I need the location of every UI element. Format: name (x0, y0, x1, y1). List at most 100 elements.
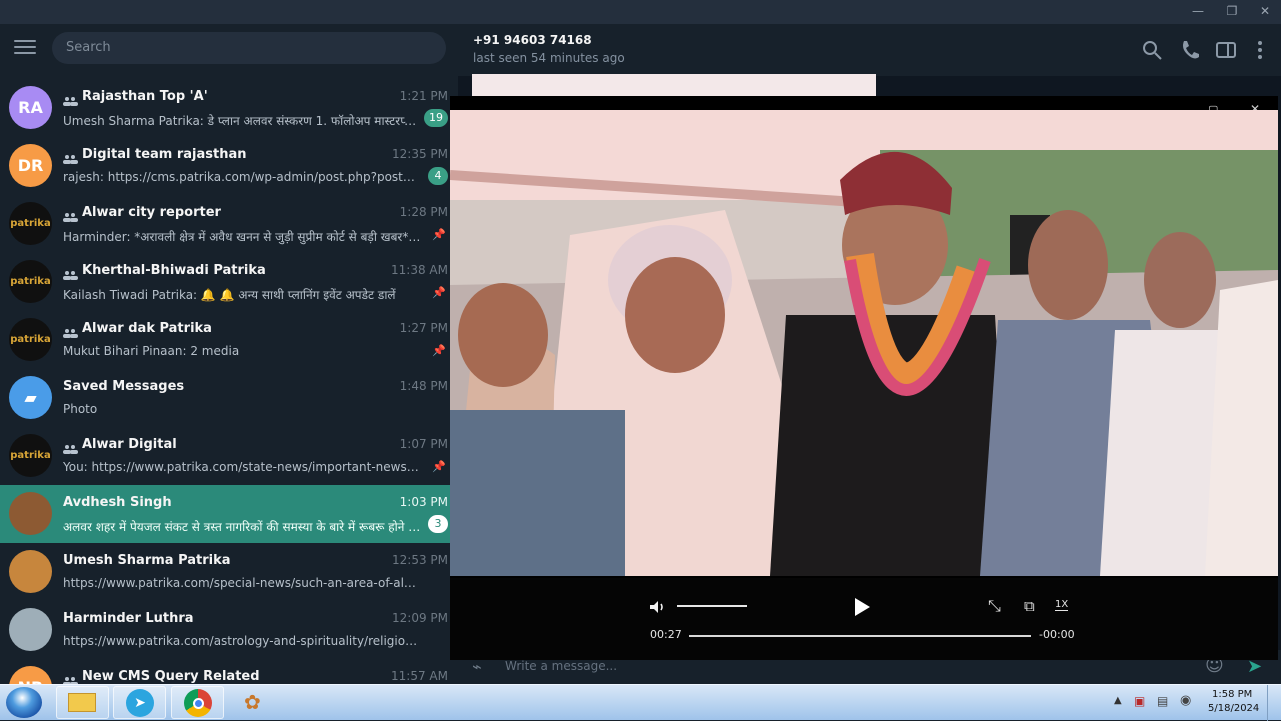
sidebar-toggle-icon[interactable] (1214, 38, 1238, 62)
chat-list-item[interactable]: NR New CMS Query Related 11:57 AM (0, 659, 458, 684)
volume-slider[interactable] (677, 605, 747, 607)
group-icon (63, 323, 78, 338)
chat-time: 1:27 PM (399, 321, 448, 335)
patrika-logo-avatar: patrika (9, 434, 52, 477)
avatar: DR (9, 144, 52, 187)
video-frame[interactable] (450, 110, 1278, 576)
chat-preview: You: https://www.patrika.com/state-news/… (63, 460, 423, 474)
group-icon (63, 91, 78, 106)
chat-list-item[interactable]: RA Rajasthan Top 'A' 1:21 PM Umesh Sharm… (0, 79, 458, 137)
group-icon (63, 149, 78, 164)
close-icon[interactable]: ✕ (1258, 4, 1272, 18)
chat-preview: Umesh Sharma Patrika: डे प्लान अलवर संस्… (63, 114, 423, 128)
chat-preview: अलवर शहर में पेयजल संकट से त्रस्त नागरिक… (63, 520, 423, 534)
contact-name[interactable]: +91 94603 74168 (473, 33, 592, 47)
avatar: NR (9, 666, 52, 684)
chat-title: Rajasthan Top 'A' (82, 89, 208, 104)
pin-icon: 📌 (432, 286, 446, 299)
taskbar-time[interactable]: 1:58 PM (1212, 689, 1252, 700)
patrika-logo-avatar: patrika (9, 202, 52, 245)
chat-time: 1:03 PM (399, 495, 448, 509)
chrome-taskbar-button[interactable] (171, 686, 224, 719)
chat-preview: Mukut Bihari Pinaan: 2 media (63, 344, 240, 358)
last-seen-status: last seen 54 minutes ago (473, 51, 625, 65)
telegram-taskbar-button[interactable]: ➤ (113, 686, 166, 719)
chat-preview: Photo (63, 402, 98, 416)
show-desktop-button[interactable] (1267, 685, 1281, 721)
chat-list-item[interactable]: DR Digital team rajasthan 12:35 PM rajes… (0, 137, 458, 195)
chat-time: 12:35 PM (392, 147, 448, 161)
chat-time: 11:57 AM (391, 669, 448, 683)
chat-time: 1:07 PM (399, 437, 448, 451)
chat-preview: Kailash Tiwadi Patrika: 🔔 🔔 अन्य साथी प्… (63, 288, 396, 302)
restore-icon[interactable]: ❐ (1225, 4, 1239, 18)
network-alert-icon[interactable]: ▣ (1134, 694, 1145, 708)
unread-badge: 19 (424, 109, 448, 127)
chat-list-item[interactable]: patrika Alwar Digital 1:07 PM You: https… (0, 427, 458, 485)
phone-icon[interactable] (1178, 38, 1202, 62)
chat-title: Digital team rajasthan (82, 147, 247, 162)
windows-taskbar: ➤ ✿ ▲ ▣ ▤ ◉ 1:58 PM 5/18/2024 (0, 684, 1281, 721)
chat-time: 11:38 AM (391, 263, 448, 277)
photo-preview-strip[interactable] (472, 74, 876, 98)
taskbar-date[interactable]: 5/18/2024 (1208, 703, 1259, 714)
tray-expand-icon[interactable]: ▲ (1114, 695, 1122, 706)
chat-list-item[interactable]: Umesh Sharma Patrika 12:53 PM https://ww… (0, 543, 458, 601)
chat-list-item[interactable]: Harminder Luthra 12:09 PM https://www.pa… (0, 601, 458, 659)
pin-icon: 📌 (432, 344, 446, 357)
message-input[interactable]: Write a message... (505, 659, 617, 673)
current-time: 00:27 (650, 628, 682, 641)
saved-messages-icon: ▰ (9, 376, 52, 419)
player-controls: ⤡ ⧉ 1X 00:27 -00:00 (450, 578, 1278, 660)
play-icon[interactable] (851, 596, 873, 618)
chat-title: Alwar dak Patrika (82, 321, 212, 336)
unread-badge: 3 (428, 515, 448, 533)
minimize-icon[interactable]: — (1191, 4, 1205, 18)
chat-title: Avdhesh Singh (63, 495, 172, 510)
telegram-icon: ➤ (126, 689, 154, 717)
chat-time: 12:09 PM (392, 611, 448, 625)
remaining-time: -00:00 (1039, 628, 1075, 641)
search-input[interactable]: Search (52, 32, 446, 64)
chat-sidebar: Search RA Rajasthan Top 'A' 1:21 PM Umes… (0, 24, 458, 684)
chat-list-item[interactable]: patrika Alwar dak Patrika 1:27 PM Mukut … (0, 311, 458, 369)
paw-app-icon[interactable]: ✿ (244, 690, 261, 714)
chat-title: Alwar Digital (82, 437, 177, 452)
avatar (9, 492, 52, 535)
avatar: RA (9, 86, 52, 129)
volume-icon[interactable] (648, 598, 666, 616)
more-options-icon[interactable] (1248, 38, 1272, 62)
avatar (9, 608, 52, 651)
chrome-icon (184, 689, 212, 717)
patrika-logo-avatar: patrika (9, 260, 52, 303)
chat-preview: Harminder: *अरावली क्षेत्र में अवैध खनन … (63, 230, 423, 244)
chat-list-item-active[interactable]: Avdhesh Singh 1:03 PM अलवर शहर में पेयजल… (0, 485, 458, 543)
patrika-logo-avatar: patrika (9, 318, 52, 361)
folder-icon (68, 693, 96, 712)
chat-title: New CMS Query Related (82, 669, 260, 684)
pip-icon[interactable]: ⧉ (1024, 597, 1035, 615)
chat-title: Saved Messages (63, 379, 185, 394)
computer-icon[interactable]: ▤ (1157, 694, 1168, 708)
hamburger-menu-icon[interactable] (14, 40, 36, 56)
pin-icon: 📌 (432, 228, 446, 241)
playback-speed-button[interactable]: 1X (1055, 599, 1069, 611)
chat-preview: rajesh: https://cms.patrika.com/wp-admin… (63, 170, 423, 184)
chat-time: 12:53 PM (392, 553, 448, 567)
group-icon (63, 439, 78, 454)
group-icon (63, 671, 78, 684)
file-explorer-taskbar-button[interactable] (56, 686, 109, 719)
chat-preview: https://www.patrika.com/special-news/suc… (63, 576, 423, 590)
chat-title: Umesh Sharma Patrika (63, 553, 231, 568)
chat-list-item[interactable]: patrika Kherthal-Bhiwadi Patrika 11:38 A… (0, 253, 458, 311)
progress-bar[interactable] (689, 635, 1031, 637)
chat-list-item[interactable]: patrika Alwar city reporter 1:28 PM Harm… (0, 195, 458, 253)
video-player[interactable]: ▢ ✕ ⤡ ⧉ 1X 00:27 -00:00 (450, 96, 1278, 660)
chat-list-item[interactable]: ▰ Saved Messages 1:48 PM Photo (0, 369, 458, 427)
exit-fullscreen-icon[interactable]: ⤡ (988, 596, 1001, 616)
chat-time: 1:48 PM (399, 379, 448, 393)
chat-title: Harminder Luthra (63, 611, 194, 626)
search-icon[interactable] (1140, 38, 1164, 62)
volume-icon[interactable]: ◉ (1180, 693, 1191, 708)
start-button[interactable] (6, 687, 42, 718)
